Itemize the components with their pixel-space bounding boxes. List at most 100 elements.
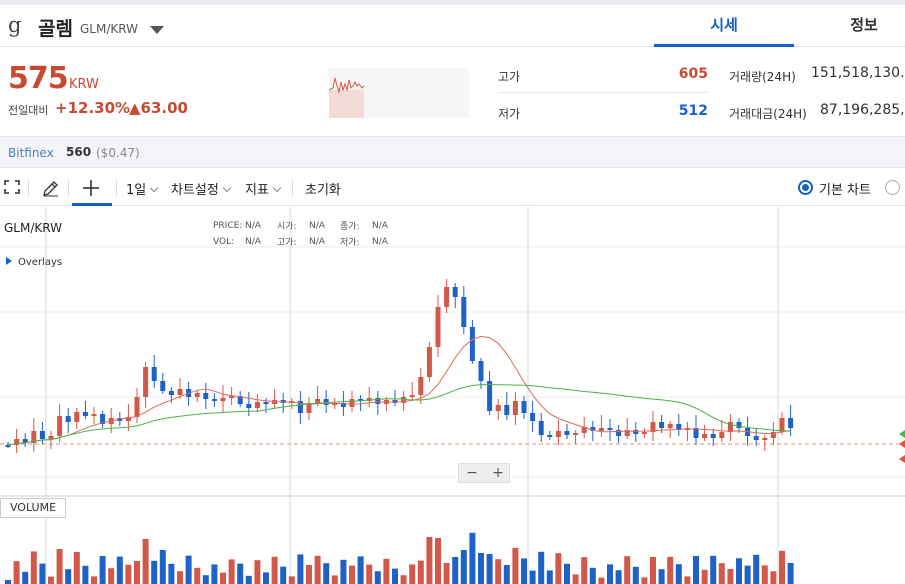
ma-marker-icon <box>899 455 905 463</box>
candle-body <box>452 287 458 297</box>
crosshair-icon[interactable] <box>82 179 100 197</box>
interval-label: 1일 <box>126 183 147 198</box>
candle-body <box>779 418 785 432</box>
interval-select[interactable]: 1일 <box>126 179 159 198</box>
candle-body <box>409 395 415 397</box>
volume-bar <box>667 556 674 584</box>
toolbar-divider <box>292 180 293 196</box>
candle-body <box>633 430 639 434</box>
volume-bar <box>598 577 605 584</box>
volume-bar <box>701 569 708 584</box>
candle-body <box>151 367 157 381</box>
volume-bar <box>435 538 441 584</box>
indicators-menu[interactable]: 지표 <box>245 179 282 198</box>
volume-bar <box>48 576 54 584</box>
exchange-usd: ($0.47) <box>96 146 140 160</box>
high-value: 605 <box>678 66 708 82</box>
overlays-label: Overlays <box>18 257 63 268</box>
volume-bar <box>357 556 364 584</box>
candle-body <box>82 412 88 416</box>
exchange-price: 560 <box>66 145 92 159</box>
volume-bar <box>607 564 613 584</box>
candle-body <box>719 432 725 438</box>
candle-body <box>478 361 484 381</box>
volume-bar <box>237 563 244 584</box>
fullscreen-icon[interactable] <box>4 180 20 194</box>
tab-quote[interactable]: 시세 <box>654 5 794 47</box>
volume-bar <box>503 565 510 584</box>
candle-body <box>702 434 708 438</box>
volume-bar <box>624 556 631 584</box>
volume-bar <box>30 551 37 584</box>
candle-body <box>547 435 553 437</box>
chart-canvas[interactable] <box>0 207 905 584</box>
pencil-icon[interactable] <box>42 179 60 197</box>
candle-body <box>444 287 450 307</box>
volume-bar <box>693 556 699 584</box>
candle-body <box>426 347 432 377</box>
volume-bar <box>417 560 424 584</box>
candle-body <box>753 436 759 440</box>
volume-bar <box>39 563 46 584</box>
volume-bar <box>194 567 201 584</box>
tab-info[interactable]: 정보 <box>794 5 905 47</box>
volume-bar <box>91 576 97 584</box>
volume-bar <box>366 564 373 584</box>
chevron-down-icon <box>272 183 282 193</box>
change-label: 전일대비 <box>8 104 49 117</box>
volume-bar <box>684 576 691 584</box>
volume-bar <box>400 575 407 584</box>
chevron-down-icon <box>149 183 159 193</box>
volume-value: 151,518,130.7 <box>811 65 905 81</box>
exchange-name[interactable]: Bitfinex <box>8 146 54 160</box>
candle-body <box>143 367 149 397</box>
volume-bar <box>202 575 209 584</box>
volume-bar <box>529 570 536 584</box>
candle-body <box>211 399 217 401</box>
candle-body <box>521 401 527 413</box>
close-info-label: 종가: <box>340 222 360 232</box>
volume-bar <box>271 556 278 584</box>
candle-body <box>57 416 63 436</box>
zoom-out-button[interactable]: − <box>459 464 485 482</box>
overlays-toggle[interactable]: Overlays <box>6 257 62 268</box>
basic-chart-radio[interactable] <box>798 180 813 195</box>
volume-bar <box>383 558 390 584</box>
candle-body <box>762 438 768 440</box>
candlestick-chart[interactable]: GLM/KRW Overlays PRICE: N/A 시가: N/A 종가: … <box>0 207 905 584</box>
candle-body <box>315 399 321 403</box>
volume-bar <box>486 554 493 584</box>
volume-bar <box>185 555 192 584</box>
volume-bar <box>73 552 80 584</box>
chart-settings-menu[interactable]: 차트설정 <box>171 179 232 198</box>
volume-label: 거래량(24H) <box>729 70 796 84</box>
volume-bar <box>469 532 476 584</box>
basic-chart-label: 기본 차트 <box>819 183 871 198</box>
indicators-label: 지표 <box>245 183 269 198</box>
zoom-in-button[interactable]: + <box>485 464 511 482</box>
price-marker-icon <box>899 440 905 448</box>
volume-bar <box>392 568 398 584</box>
volume-bar <box>650 557 656 584</box>
volume-bar <box>56 549 63 584</box>
volume-bar <box>478 553 484 584</box>
chart-toolbar: 1일 차트설정 지표 초기화 기본 차트 <box>0 168 905 206</box>
alt-chart-radio[interactable] <box>885 180 900 195</box>
chevron-down-icon[interactable] <box>150 26 164 34</box>
candle-body <box>203 393 209 399</box>
volume-bar <box>632 566 639 584</box>
volume-bar <box>718 563 725 584</box>
ma-short-line <box>7 335 791 446</box>
volume-bar <box>22 571 29 584</box>
vol-info-value: N/A <box>245 237 261 247</box>
reset-button[interactable]: 초기화 <box>305 179 341 198</box>
change-amount: ▲63.00 <box>129 99 188 117</box>
volume-bar <box>761 565 768 584</box>
toolbar-divider <box>68 180 69 196</box>
candle-body <box>736 422 742 428</box>
volume-bar <box>727 569 734 584</box>
volume-bar <box>495 559 502 584</box>
candle-body <box>555 431 561 437</box>
candle-body <box>659 422 665 428</box>
candle-body <box>246 404 252 408</box>
